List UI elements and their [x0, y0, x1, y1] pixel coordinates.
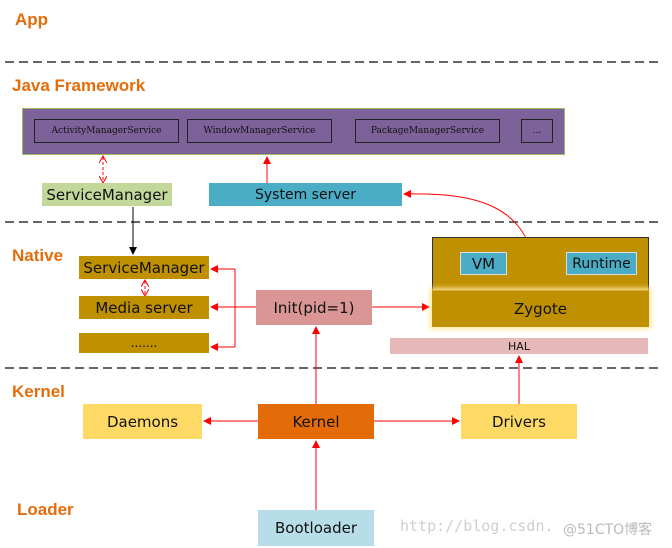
kernel: Kernel [258, 404, 374, 439]
more-services: ... [521, 119, 553, 143]
activity-manager-service: ActivityManagerService [34, 119, 179, 143]
hal: HAL [390, 338, 648, 354]
watermark-url: http://blog.csdn. [400, 517, 554, 535]
watermark-site: @51CTO博客 [563, 522, 653, 538]
runtime: Runtime [566, 252, 637, 275]
window-manager-service: WindowManagerService [187, 119, 332, 143]
init-process: Init(pid=1) [256, 290, 372, 325]
layer-label-java-framework: Java Framework [12, 76, 146, 95]
android-architecture-diagram: App Java Framework Native Kernel Loader … [0, 0, 672, 548]
package-manager-service: PackageManagerService [355, 119, 500, 143]
media-server: Media server [79, 296, 209, 319]
drivers: Drivers [461, 404, 577, 439]
layer-label-native: Native [12, 246, 64, 265]
system-server: System server [209, 183, 402, 206]
service-manager-native: ServiceManager [79, 256, 209, 279]
daemons: Daemons [83, 404, 202, 439]
vm: VM [460, 252, 507, 275]
service-manager-java: ServiceManager [42, 183, 172, 206]
layer-label-kernel: Kernel [12, 382, 65, 401]
layer-label-loader: Loader [17, 500, 74, 519]
layer-label-app: App [15, 10, 49, 29]
zygote: Zygote [432, 290, 649, 327]
framework-services-container: ActivityManagerService WindowManagerServ… [22, 108, 565, 155]
more-native-services: ....... [79, 333, 209, 353]
bootloader: Bootloader [258, 510, 374, 546]
